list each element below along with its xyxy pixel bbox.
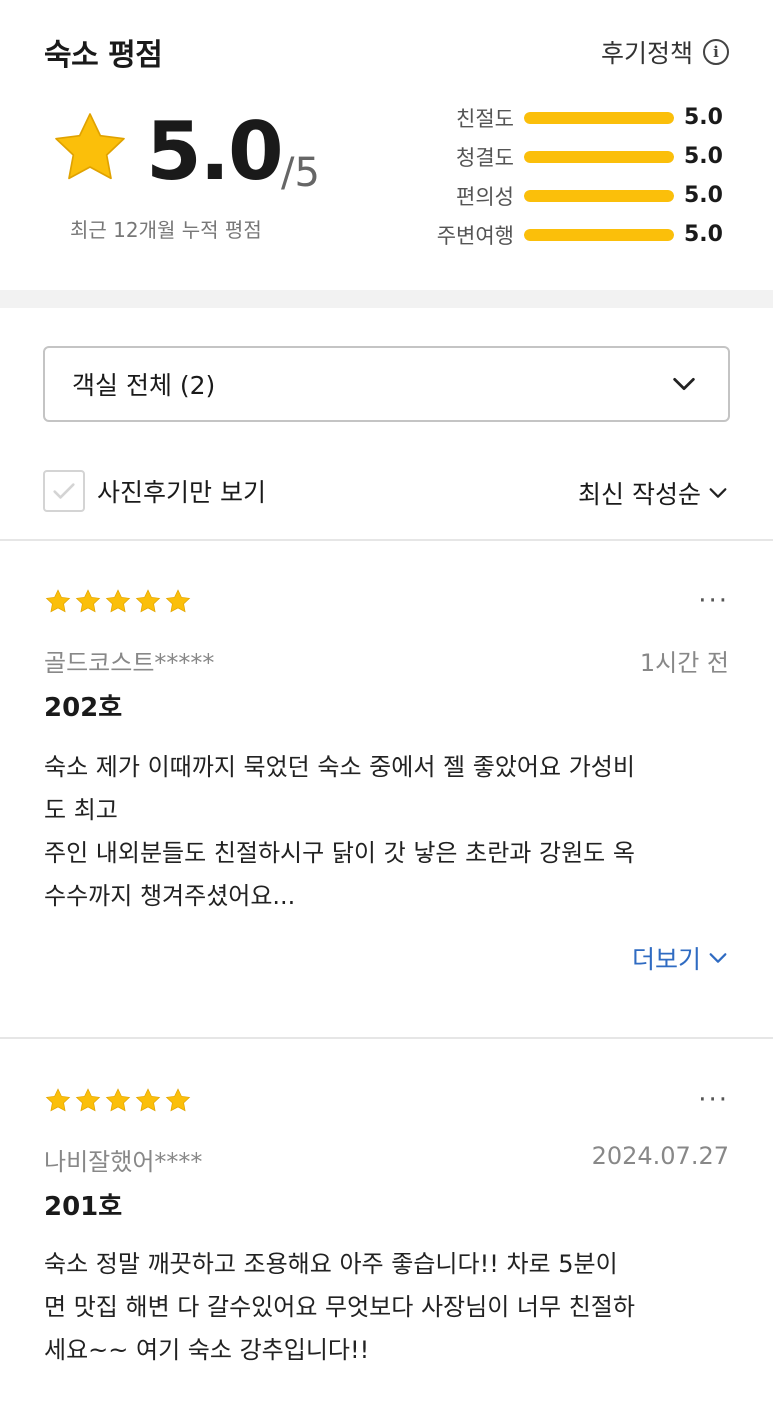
- category-value: 5.0: [684, 144, 723, 169]
- divider: [0, 539, 773, 541]
- category-row: 주변여행 5.0: [420, 215, 730, 254]
- category-bar-fill: [524, 111, 674, 124]
- review-text: 숙소 정말 깨끗하고 조용해요 아주 좋습니다!! 차로 5분이 면 맛집 해변…: [44, 1250, 635, 1364]
- category-label: 주변여행: [436, 223, 514, 248]
- category-bar-fill: [524, 150, 674, 163]
- star-icon: [135, 589, 161, 613]
- photo-only-checkbox[interactable]: [43, 470, 85, 512]
- category-row: 친절도 5.0: [420, 98, 730, 137]
- review-menu-button[interactable]: ···: [698, 1087, 729, 1113]
- category-bar: [524, 189, 674, 202]
- review-author: 골드코스트*****: [44, 649, 215, 677]
- star-icon: [45, 589, 71, 613]
- star-icon: [75, 589, 101, 613]
- category-label: 친절도: [456, 106, 514, 131]
- category-bar-fill: [524, 189, 674, 202]
- category-label: 편의성: [456, 184, 514, 209]
- see-more-label: 더보기: [631, 945, 701, 974]
- review-menu-button[interactable]: ···: [698, 588, 729, 614]
- photo-only-label: 사진후기만 보기: [97, 478, 266, 507]
- review-policy-label: 후기정책: [600, 39, 693, 68]
- category-ratings: 친절도 5.0 청결도 5.0 편의성 5.0 주변여행 5.0: [420, 98, 730, 254]
- category-bar: [524, 111, 674, 124]
- star-icon: [105, 1088, 131, 1112]
- category-bar: [524, 228, 674, 241]
- rating-section-title: 숙소 평점: [44, 38, 163, 73]
- review-date: 1시간 전: [639, 649, 729, 677]
- category-value: 5.0: [684, 183, 723, 208]
- room-filter-value: 객실 전체 (2): [72, 371, 216, 400]
- review-stars: [44, 588, 192, 615]
- score-caption: 최근 12개월 누적 평점: [70, 218, 262, 242]
- category-bar: [524, 150, 674, 163]
- category-value: 5.0: [684, 105, 723, 130]
- see-more-link[interactable]: 더보기: [632, 940, 729, 976]
- chevron-down-icon: [709, 953, 727, 963]
- star-icon: [75, 1088, 101, 1112]
- chevron-down-icon: [673, 377, 695, 391]
- review-policy-link[interactable]: 후기정책 i: [601, 34, 729, 70]
- star-icon: [105, 589, 131, 613]
- category-row: 편의성 5.0: [420, 176, 730, 215]
- star-icon: [165, 1088, 191, 1112]
- category-label: 청결도: [456, 145, 514, 170]
- category-value: 5.0: [684, 222, 723, 247]
- review-date: 2024.07.27: [591, 1142, 729, 1170]
- sort-label: 최신 작성순: [578, 480, 701, 509]
- review-text: 숙소 제가 이때까지 묵었던 숙소 중에서 젤 좋았어요 가성비 도 최고 주인…: [44, 753, 635, 910]
- chevron-down-icon: [709, 488, 727, 498]
- photo-only-toggle[interactable]: 사진후기만 보기: [43, 470, 266, 512]
- star-icon: [165, 589, 191, 613]
- sort-dropdown[interactable]: 최신 작성순: [578, 475, 729, 511]
- rating-star-icon: [55, 113, 125, 180]
- overall-score: 5.0: [146, 105, 284, 198]
- category-row: 청결도 5.0: [420, 137, 730, 176]
- room-filter-select[interactable]: 객실 전체 (2): [43, 346, 730, 422]
- star-icon: [45, 1088, 71, 1112]
- review-stars: [44, 1087, 192, 1114]
- score-max: /5: [281, 150, 320, 196]
- review-room: 202호: [44, 693, 123, 723]
- review-author: 나비잘했어****: [44, 1148, 203, 1176]
- divider: [0, 1037, 773, 1039]
- category-bar-fill: [524, 228, 674, 241]
- star-icon: [135, 1088, 161, 1112]
- review-room: 201호: [44, 1192, 123, 1222]
- check-icon: [53, 483, 75, 499]
- info-icon: i: [703, 39, 729, 65]
- section-separator: [0, 290, 773, 308]
